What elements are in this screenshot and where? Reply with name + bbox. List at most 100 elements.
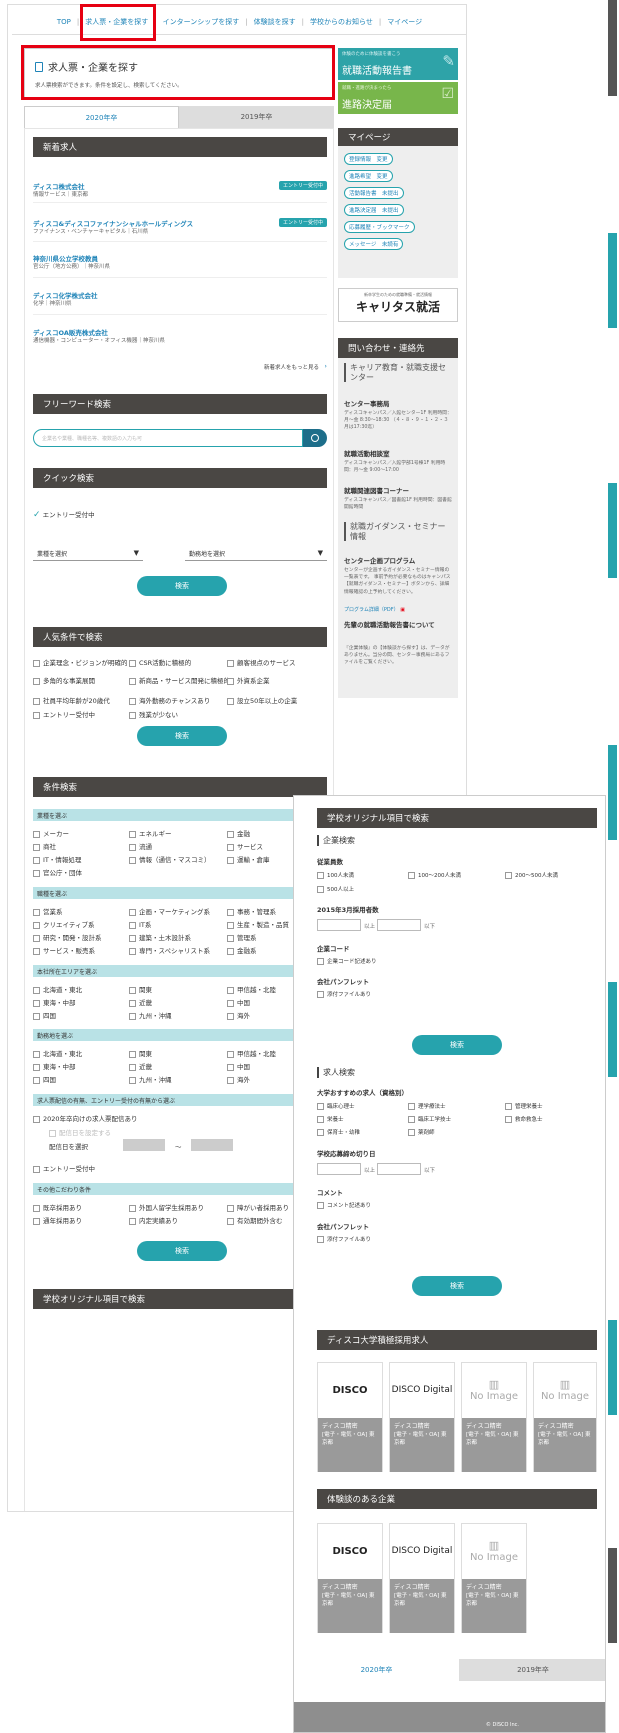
entry-checkbox[interactable]: ✓ エントリー受付中	[33, 509, 95, 520]
employees-option[interactable]: 500人以上	[317, 885, 354, 893]
company-card[interactable]: DISCO ディスコ精密 [電子・電気・OA] 東京都	[317, 1523, 383, 1633]
popular-option[interactable]: 顧客視点のサービス	[227, 657, 296, 667]
area-option[interactable]: 九州・沖縄	[129, 1010, 172, 1020]
industry-option[interactable]: 商社	[33, 841, 56, 851]
job-option[interactable]: 研究・開発・設計系	[33, 932, 102, 942]
popular-search-button[interactable]: 検索	[137, 726, 227, 746]
company-search-button[interactable]: 検索	[412, 1035, 502, 1055]
other-option[interactable]: 通年採用あり	[33, 1215, 82, 1225]
industry-option[interactable]: 運輸・倉庫	[227, 854, 270, 864]
other-option[interactable]: 内定実績あり	[129, 1215, 178, 1225]
company-card[interactable]: DISCO Digital ディスコ精密 [電子・電気・OA] 東京都	[389, 1362, 455, 1472]
area-option[interactable]: 関東	[129, 984, 152, 994]
area-option[interactable]: 甲信越・北陸	[227, 984, 276, 994]
work-option[interactable]: 海外	[227, 1074, 250, 1084]
recommend-option[interactable]: 理学療法士	[408, 1102, 446, 1110]
area-option[interactable]: 四国	[33, 1010, 56, 1020]
tab-2019[interactable]: 2019年卒	[179, 106, 334, 128]
recommend-option[interactable]: 臨床工学技士	[408, 1115, 451, 1123]
popular-option[interactable]: 海外勤務のチャンスあり	[129, 695, 210, 705]
work-option[interactable]: 四国	[33, 1074, 56, 1084]
nav-school-news[interactable]: 学校からのお知らせ	[310, 17, 373, 27]
area-option[interactable]: 北海道・東北	[33, 984, 82, 994]
popular-option[interactable]: 多角的な事業展開	[33, 675, 95, 685]
nav-internship[interactable]: インターンシップを探す	[163, 17, 240, 27]
code-option[interactable]: 企業コード記述あり	[317, 957, 377, 965]
pub-option-2020[interactable]: 2020年卒向けの求人票配信あり	[33, 1113, 138, 1123]
area-option[interactable]: 中国	[227, 997, 250, 1007]
report-banner[interactable]: 体験のために体験談を書こう 就職活動報告書 ✎	[338, 48, 458, 80]
industry-option[interactable]: 流通	[129, 841, 152, 851]
job-option[interactable]: 生産・製造・品質	[227, 919, 289, 929]
tab-2020[interactable]: 2020年卒	[24, 106, 179, 128]
pub-date-to[interactable]	[191, 1139, 233, 1151]
work-option[interactable]: 北海道・東北	[33, 1048, 82, 1058]
area-option[interactable]: 海外	[227, 1010, 250, 1020]
industry-option[interactable]: メーカー	[33, 828, 69, 838]
location-select[interactable]: 勤務地を選択 ▼	[185, 547, 327, 561]
quick-search-button[interactable]: 検索	[137, 576, 227, 596]
footer-tab-2019[interactable]: 2019年卒	[459, 1659, 605, 1681]
industry-option[interactable]: エネルギー	[129, 828, 172, 838]
other-option[interactable]: 既卒採用あり	[33, 1202, 82, 1212]
industry-option[interactable]: 官公庁・団体	[33, 867, 82, 877]
popular-option[interactable]: 企業理念・ビジョンが明確的	[33, 657, 128, 667]
popular-option[interactable]: 残業が少ない	[129, 709, 178, 719]
mypage-link[interactable]: 応募履歴・ブックマーク	[344, 221, 415, 233]
recommend-option[interactable]: 管理栄養士	[505, 1102, 543, 1110]
company-card[interactable]: ▥ No Image ディスコ精密 [電子・電気・OA] 東京都	[533, 1362, 597, 1472]
mypage-link[interactable]: 進路希望 変更	[344, 170, 393, 182]
deadline-from-input[interactable]	[317, 1163, 361, 1175]
recommend-option[interactable]: 救命救急士	[505, 1115, 543, 1123]
recommend-option[interactable]: 薬剤師	[408, 1128, 435, 1136]
freeword-search-input[interactable]: 企業名や業種、職種名等、複数語の入力も可	[33, 429, 303, 447]
pub-date-option[interactable]: 配信日を設定する	[49, 1127, 111, 1137]
company-card[interactable]: ▥ No Image ディスコ精密 [電子・電気・OA] 東京都	[461, 1523, 527, 1633]
job-option[interactable]: 建築・土木設計系	[129, 932, 191, 942]
job-option[interactable]: 事務・管理系	[227, 906, 276, 916]
nav-top[interactable]: TOP	[57, 18, 71, 26]
company-card[interactable]: DISCO Digital ディスコ精密 [電子・電気・OA] 東京都	[389, 1523, 455, 1633]
work-option[interactable]: 東海・中部	[33, 1061, 76, 1071]
mypage-link[interactable]: 登録情報 変更	[344, 153, 393, 165]
popular-option[interactable]: CSR活動に積極的	[129, 657, 191, 667]
pub-date-from[interactable]	[123, 1139, 165, 1151]
recommend-option[interactable]: 栄養士	[317, 1115, 344, 1123]
industry-select[interactable]: 業種を選択 ▼	[33, 547, 143, 561]
job-search-button[interactable]: 検索	[412, 1276, 502, 1296]
deadline-to-input[interactable]	[377, 1163, 421, 1175]
footer-tab-2020[interactable]: 2020年卒	[294, 1659, 459, 1681]
employees-option[interactable]: 100人未満	[317, 871, 354, 879]
company-card[interactable]: DISCO ディスコ精密 [電子・電気・OA] 東京都	[317, 1362, 383, 1472]
pub-entry-option[interactable]: エントリー受付中	[33, 1163, 95, 1173]
search-icon-button[interactable]	[303, 429, 327, 447]
mypage-link[interactable]: 進路決定届 未提出	[344, 204, 404, 216]
popular-option[interactable]: 外資系企業	[227, 675, 270, 685]
pamphlet-option[interactable]: 添付ファイルあり	[317, 990, 371, 998]
hires-from-input[interactable]	[317, 919, 361, 931]
popular-option[interactable]: 設立50年以上の企業	[227, 695, 297, 705]
work-option[interactable]: 近畿	[129, 1061, 152, 1071]
work-option[interactable]: 甲信越・北陸	[227, 1048, 276, 1058]
other-option[interactable]: 障がい者採用あり	[227, 1202, 289, 1212]
job-option[interactable]: クリエイティブ系	[33, 919, 94, 929]
condition-search-button[interactable]: 検索	[137, 1241, 227, 1261]
job-option[interactable]: サービス・販売系	[33, 945, 95, 955]
hires-to-input[interactable]	[377, 919, 421, 931]
employees-option[interactable]: 200〜500人未満	[505, 871, 558, 879]
area-option[interactable]: 近畿	[129, 997, 152, 1007]
caritas-banner[interactable]: 新卒学生のための就職準備・就活情報 キャリタス就活	[338, 288, 458, 322]
industry-option[interactable]: 情報（通信・マスコミ）	[129, 854, 211, 864]
mypage-link[interactable]: 活動報告書 未提出	[344, 187, 404, 199]
other-option[interactable]: 外国人留学生採用あり	[129, 1202, 204, 1212]
job-option[interactable]: 営業系	[33, 906, 63, 916]
more-new-jobs-link[interactable]: 新着求人をもっと見る	[264, 363, 319, 371]
industry-option[interactable]: IT・情報処理	[33, 854, 81, 864]
pamphlet2-option[interactable]: 添付ファイルあり	[317, 1235, 371, 1243]
job-option[interactable]: 管理系	[227, 932, 257, 942]
recommend-option[interactable]: 保育士・幼稚	[317, 1128, 360, 1136]
nav-experience[interactable]: 体験談を探す	[254, 17, 296, 27]
mypage-link[interactable]: メッセージ 未読有	[344, 238, 404, 250]
job-option[interactable]: 企画・マーケティング系	[129, 906, 210, 916]
company-card[interactable]: ▥ No Image ディスコ精密 [電子・電気・OA] 東京都	[461, 1362, 527, 1472]
